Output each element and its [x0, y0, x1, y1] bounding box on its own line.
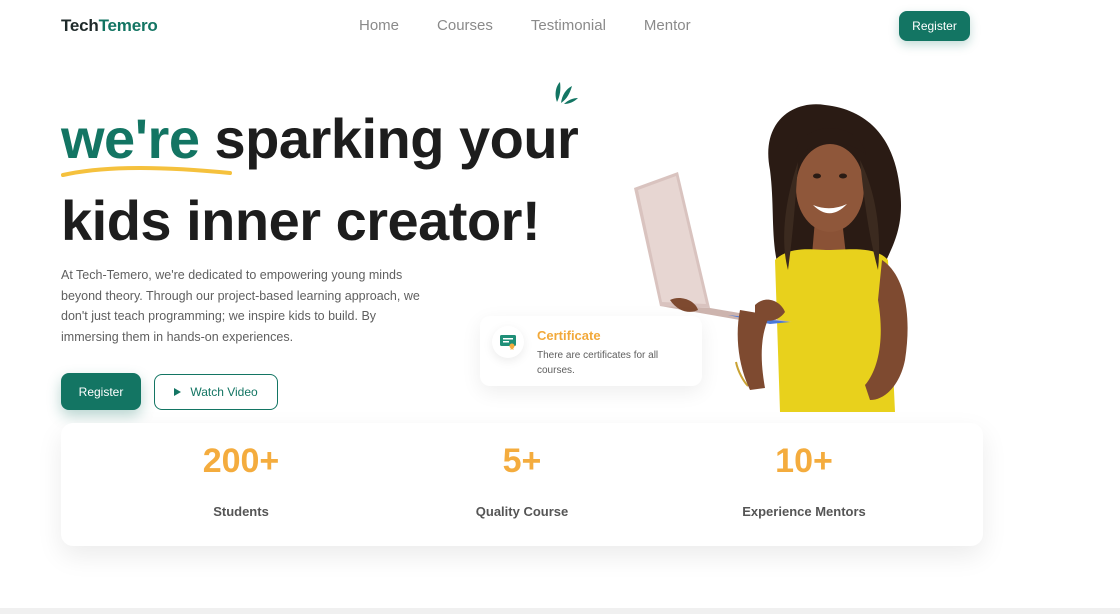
top-navbar: TechTemero Home Courses Testimonial Ment… — [0, 0, 1120, 52]
logo-part-tech: Tech — [61, 16, 99, 35]
certificate-card: Certificate There are certificates for a… — [480, 316, 702, 386]
hero-register-button[interactable]: Register — [61, 373, 141, 410]
stat-value: 5+ — [502, 442, 542, 480]
certificate-icon-wrap — [492, 326, 524, 358]
nav-register-button[interactable]: Register — [899, 11, 970, 41]
play-icon — [174, 388, 182, 396]
stat-label: Quality Course — [475, 504, 569, 519]
stat-label: Students — [213, 504, 269, 519]
certificate-title: Certificate — [537, 328, 601, 343]
logo-part-temero: Temero — [98, 16, 158, 35]
nav-link-mentor[interactable]: Mentor — [644, 17, 691, 34]
stat-value: 10+ — [775, 442, 833, 480]
stats-panel: 200+ Students 5+ Quality Course 10+ Expe… — [61, 423, 983, 546]
headline-underline-decoration — [61, 165, 232, 177]
hero-description: At Tech-Temero, we're dedicated to empow… — [61, 268, 420, 344]
nav-link-testimonial[interactable]: Testimonial — [531, 17, 606, 34]
nav-link-home[interactable]: Home — [359, 17, 399, 34]
certificate-text: There are certificates for all courses. — [537, 350, 659, 376]
nav-link-courses[interactable]: Courses — [437, 17, 493, 34]
spark-decoration-icon — [555, 82, 578, 104]
headline-rest: sparking your — [214, 107, 579, 170]
logo[interactable]: TechTemero — [61, 16, 158, 36]
nav-links: Home Courses Testimonial Mentor — [359, 17, 691, 34]
page-bottom-divider — [0, 608, 1120, 614]
watch-video-button[interactable]: Watch Video — [154, 374, 278, 410]
certificate-icon — [500, 335, 516, 350]
stat-value: 200+ — [202, 442, 280, 480]
stat-label: Experience Mentors — [742, 504, 866, 519]
watch-video-label: Watch Video — [190, 385, 258, 399]
headline-line-2: kids inner creator! — [61, 189, 541, 252]
